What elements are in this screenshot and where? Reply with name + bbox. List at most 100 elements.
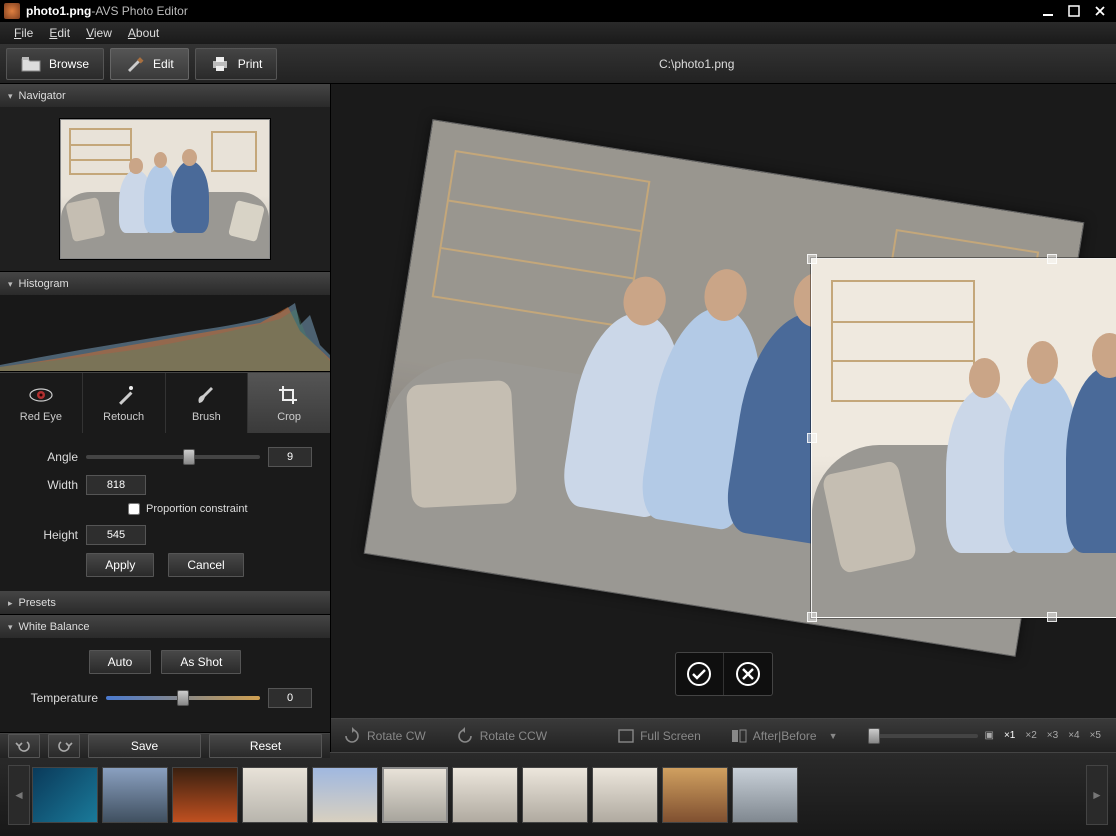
thumbnail-8[interactable]: [522, 767, 588, 823]
tool-red-eye[interactable]: Red Eye: [0, 373, 83, 433]
histogram-header[interactable]: ▾ Histogram: [0, 273, 330, 295]
thumbnail-10[interactable]: [662, 767, 728, 823]
thumbnail-4[interactable]: [242, 767, 308, 823]
title-app: AVS Photo Editor: [95, 4, 188, 18]
thumbnail-1[interactable]: [32, 767, 98, 823]
view-toolbar: Rotate CW Rotate CCW Full Screen After|B…: [331, 718, 1116, 752]
edit-button[interactable]: Edit: [110, 48, 189, 80]
fullscreen-icon: [618, 729, 634, 743]
edit-tools: Red Eye Retouch Brush Crop: [0, 372, 330, 433]
menu-about[interactable]: About: [120, 24, 167, 42]
white-balance-header[interactable]: ▾ White Balance: [0, 616, 330, 638]
browse-button[interactable]: Browse: [6, 48, 104, 80]
width-input[interactable]: 818: [86, 475, 146, 495]
angle-label: Angle: [18, 450, 78, 464]
right-panel: Rotate CW Rotate CCW Full Screen After|B…: [330, 84, 1116, 752]
strip-next-button[interactable]: ►: [1086, 765, 1108, 825]
thumbnail-3[interactable]: [172, 767, 238, 823]
zoom-1x[interactable]: ×1: [1001, 730, 1018, 741]
proportion-label: Proportion constraint: [146, 503, 248, 515]
navigator-header[interactable]: ▾ Navigator: [0, 85, 330, 107]
reset-button[interactable]: Reset: [209, 734, 322, 758]
thumbnail-11[interactable]: [732, 767, 798, 823]
menu-file[interactable]: File: [6, 24, 41, 42]
zoom-3x[interactable]: ×3: [1044, 730, 1061, 741]
white-balance-title: White Balance: [19, 621, 90, 633]
canvas[interactable]: [331, 84, 1116, 718]
main-toolbar: Browse Edit Print C:\photo1.png: [0, 44, 1116, 84]
rotate-ccw-button[interactable]: Rotate CCW: [456, 727, 547, 745]
zoom-fit-button[interactable]: ▣: [982, 730, 997, 741]
height-label: Height: [18, 528, 78, 542]
apply-button[interactable]: Apply: [86, 553, 154, 577]
printer-icon: [210, 55, 230, 73]
histogram-chart: [0, 295, 330, 371]
browse-label: Browse: [49, 57, 89, 71]
crop-overlay[interactable]: [811, 258, 1116, 618]
after-before-label: After|Before: [753, 729, 817, 743]
thumbnail-9[interactable]: [592, 767, 658, 823]
zoom-5x[interactable]: ×5: [1087, 730, 1104, 741]
crop-handle-w[interactable]: [807, 433, 817, 443]
left-action-bar: Save Reset: [0, 733, 330, 758]
rotate-cw-button[interactable]: Rotate CW: [343, 727, 426, 745]
full-screen-label: Full Screen: [640, 729, 701, 743]
angle-slider[interactable]: [86, 455, 260, 459]
edit-label: Edit: [153, 57, 174, 71]
tool-crop-label: Crop: [277, 411, 301, 423]
tool-brush-label: Brush: [192, 411, 221, 423]
full-screen-button[interactable]: Full Screen: [618, 729, 701, 743]
menu-view[interactable]: View: [78, 24, 120, 42]
redo-button[interactable]: [48, 734, 80, 758]
checkmark-icon: [686, 661, 712, 687]
height-input[interactable]: 545: [86, 525, 146, 545]
crop-handle-s[interactable]: [1047, 612, 1057, 622]
crop-handle-nw[interactable]: [807, 254, 817, 264]
wb-auto-button[interactable]: Auto: [89, 650, 152, 674]
expand-icon: ▸: [8, 598, 13, 609]
temperature-slider[interactable]: [106, 696, 260, 700]
thumbnail-7[interactable]: [452, 767, 518, 823]
temperature-label: Temperature: [18, 691, 98, 705]
menu-bar: File Edit View About: [0, 22, 1116, 44]
cancel-crop-button[interactable]: [724, 653, 772, 695]
rotate-cw-icon: [343, 727, 361, 745]
confirm-crop-button[interactable]: [676, 653, 724, 695]
zoom-2x[interactable]: ×2: [1022, 730, 1039, 741]
minimize-button[interactable]: [1036, 3, 1060, 19]
menu-edit[interactable]: Edit: [41, 24, 78, 42]
proportion-checkbox[interactable]: [128, 503, 140, 515]
rotate-ccw-label: Rotate CCW: [480, 729, 547, 743]
app-icon: [4, 3, 20, 19]
close-button[interactable]: [1088, 3, 1112, 19]
maximize-button[interactable]: [1062, 3, 1086, 19]
print-button[interactable]: Print: [195, 48, 278, 80]
save-button[interactable]: Save: [88, 734, 201, 758]
navigator-thumbnail[interactable]: [60, 119, 270, 259]
zoom-4x[interactable]: ×4: [1065, 730, 1082, 741]
folder-icon: [21, 55, 41, 73]
thumbnail-5[interactable]: [312, 767, 378, 823]
width-label: Width: [18, 478, 78, 492]
presets-header[interactable]: ▸ Presets: [0, 592, 330, 614]
strip-prev-button[interactable]: ◄: [8, 765, 30, 825]
temperature-value[interactable]: 0: [268, 688, 312, 708]
tool-retouch[interactable]: Retouch: [83, 373, 166, 433]
dropdown-icon: ▼: [829, 731, 838, 741]
thumbnail-strip: ◄ ►: [0, 752, 1116, 836]
presets-title: Presets: [19, 597, 56, 609]
wb-as-shot-button[interactable]: As Shot: [161, 650, 241, 674]
cancel-button[interactable]: Cancel: [168, 553, 243, 577]
crop-handle-n[interactable]: [1047, 254, 1057, 264]
tool-brush[interactable]: Brush: [166, 373, 249, 433]
angle-value[interactable]: 9: [268, 447, 312, 467]
tool-crop[interactable]: Crop: [248, 373, 330, 433]
thumbnail-6[interactable]: [382, 767, 448, 823]
zoom-slider[interactable]: [868, 734, 978, 738]
wand-icon: [111, 383, 137, 407]
thumbnail-2[interactable]: [102, 767, 168, 823]
undo-button[interactable]: [8, 734, 40, 758]
crop-handle-sw[interactable]: [807, 612, 817, 622]
after-before-button[interactable]: After|Before ▼: [731, 729, 838, 743]
cancel-icon: [735, 661, 761, 687]
